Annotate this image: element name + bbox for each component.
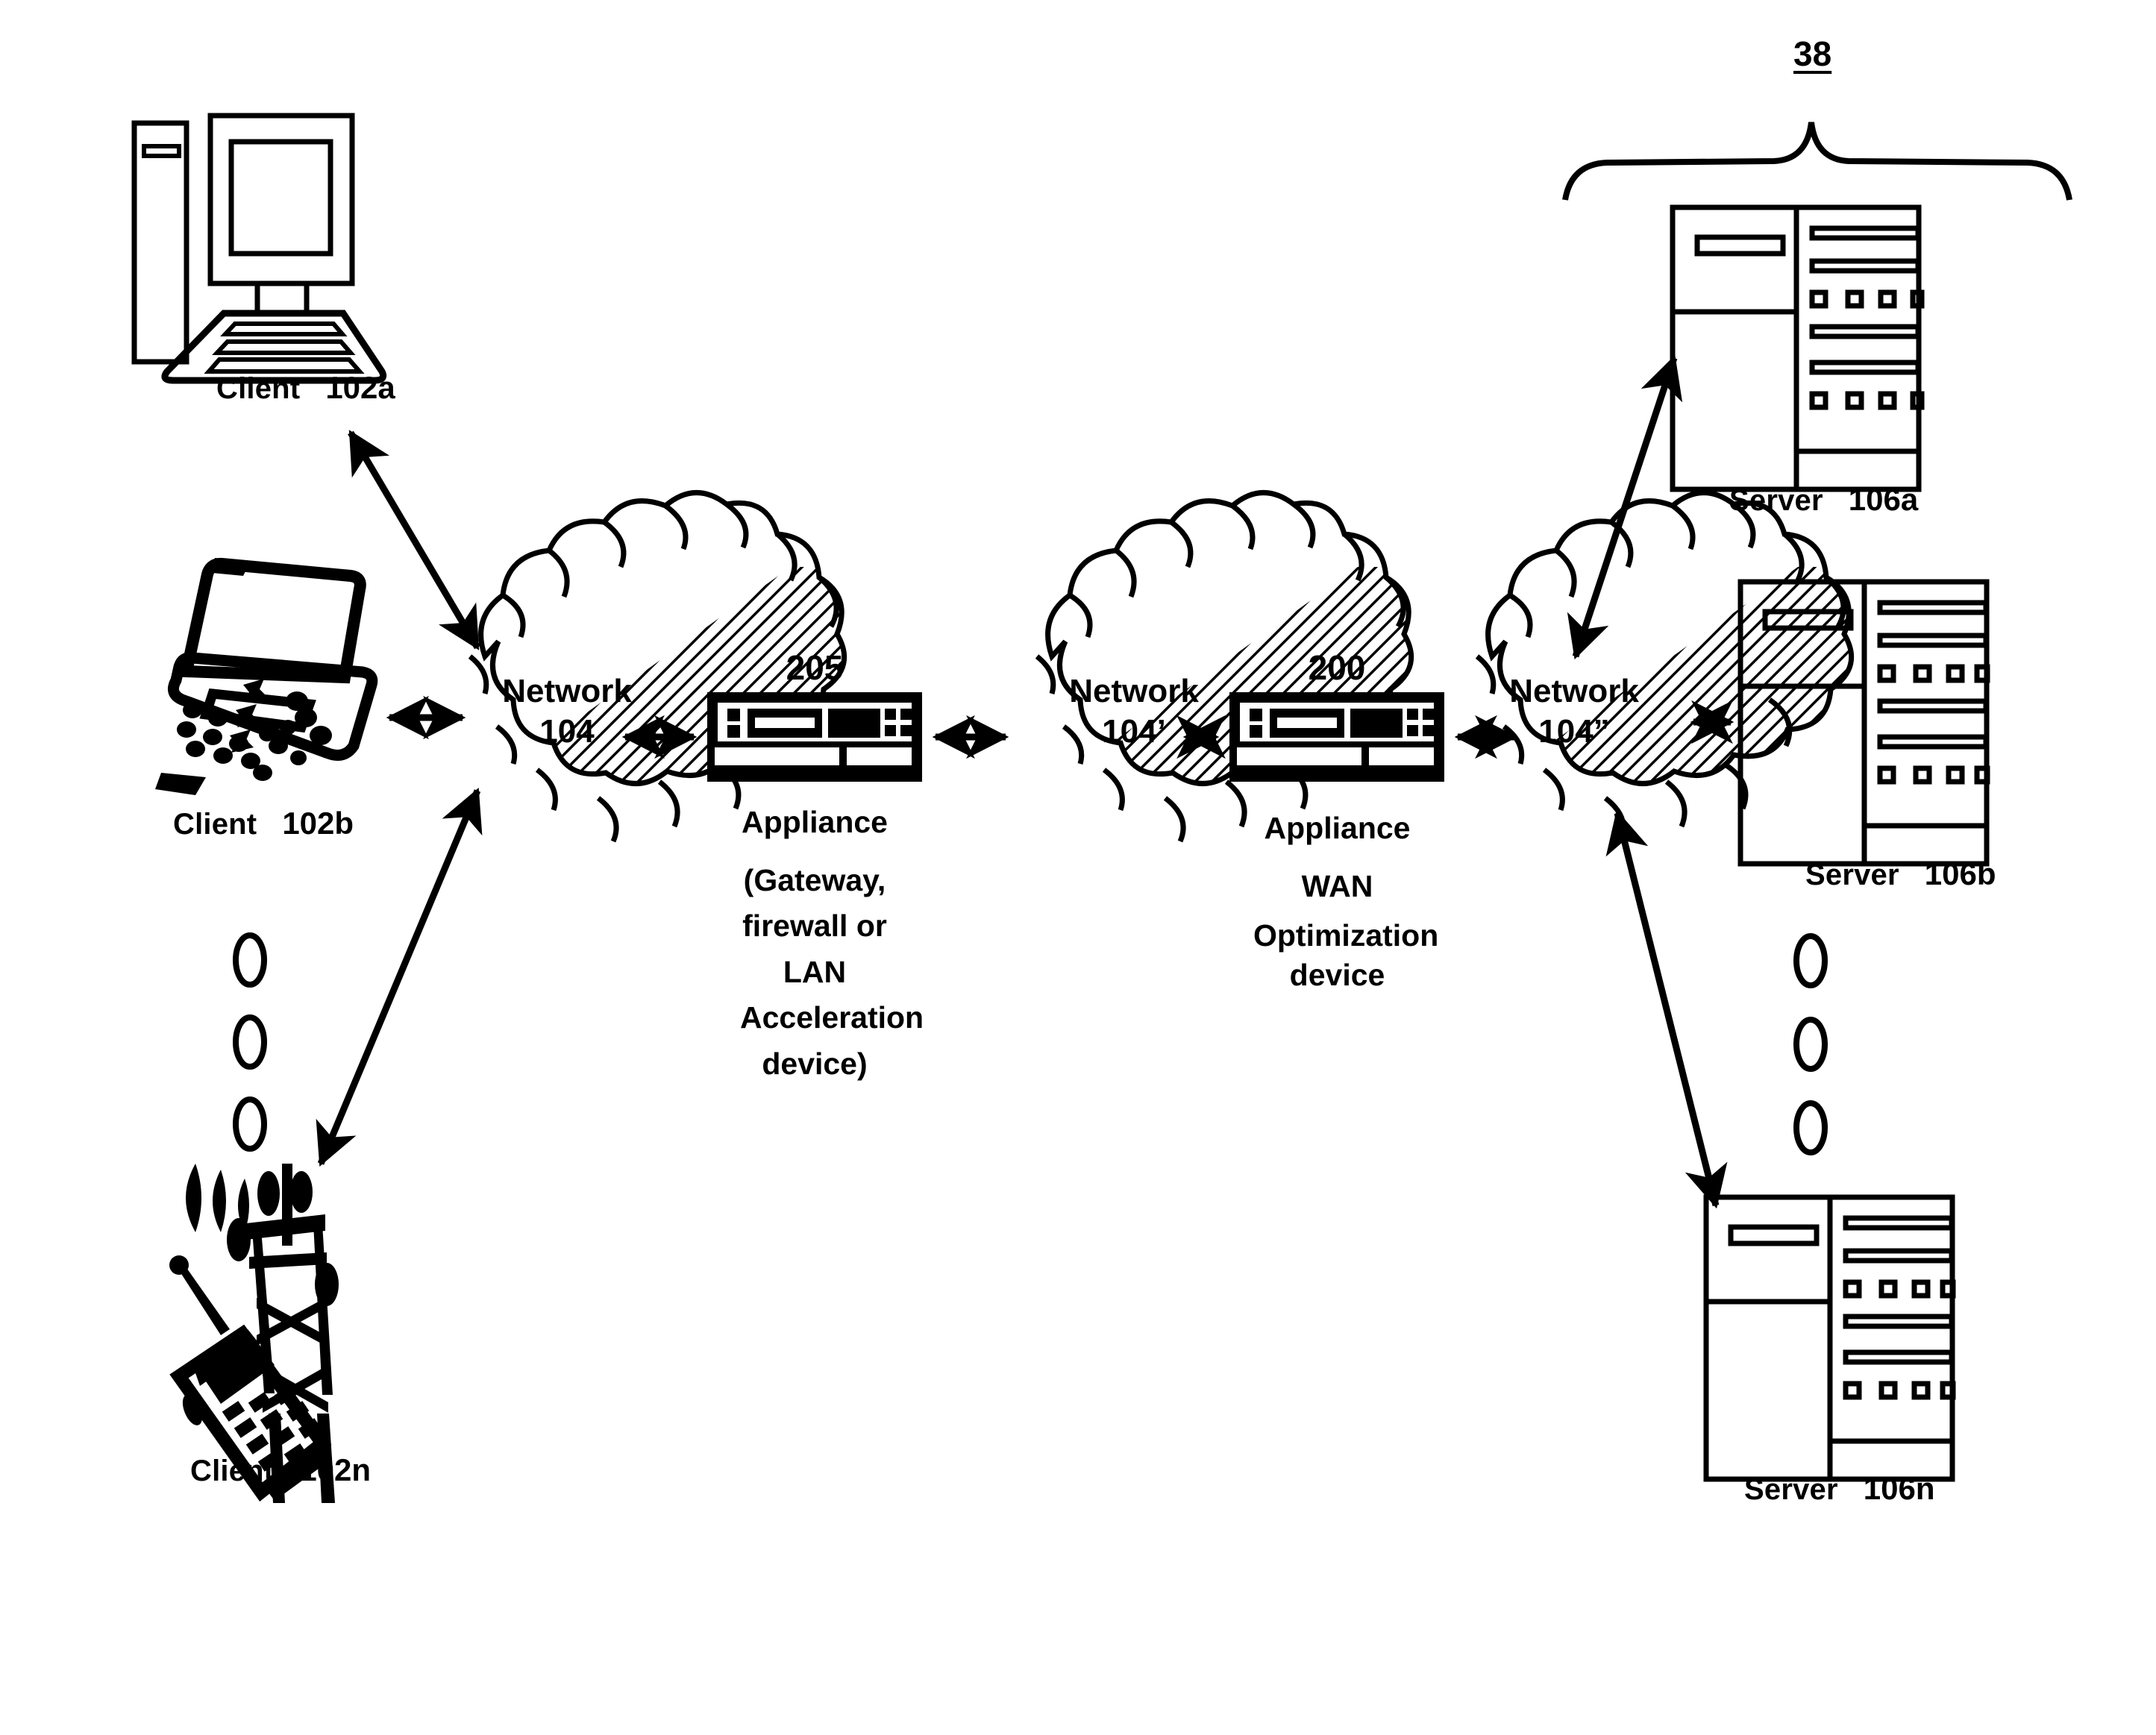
desktop-computer-icon xyxy=(131,113,387,384)
network-104-prime-name: Network xyxy=(1069,673,1199,709)
client-102a-label: Client xyxy=(216,372,301,405)
server-ellipsis xyxy=(1793,933,1828,1155)
appliance-205-caption: Appliance (Gateway, firewall or LAN Acce… xyxy=(740,800,924,1087)
network-104-name: Network xyxy=(502,673,632,709)
appliance-200-caption-line-3: Optimization xyxy=(1253,917,1439,953)
client-102b-reference: 102b xyxy=(282,806,354,841)
appliance-205-caption-line-3: firewall or xyxy=(742,909,887,943)
server-106n-label: Server xyxy=(1744,1473,1838,1506)
appliance-200-caption-line-1: Appliance xyxy=(1264,811,1411,845)
server-106b-caption: Server 106b xyxy=(1805,856,1996,892)
server-106b-label: Server xyxy=(1805,859,1899,891)
server-106n-reference: 106n xyxy=(1863,1471,1935,1506)
appliance-200-reference: 200 xyxy=(1308,648,1366,687)
rack-appliance-icon-200 xyxy=(1229,692,1444,782)
appliance-205-caption-line-2: (Gateway, xyxy=(743,862,886,897)
arrow-network104dprime-server106n xyxy=(1605,809,1728,1209)
appliance-205-caption-line-1: Appliance xyxy=(742,805,888,839)
client-102b-label: Client xyxy=(173,808,257,841)
network-104-prime-label: Network 104’ xyxy=(1022,671,1246,751)
appliance-200-caption: Appliance WAN Optimization device xyxy=(1253,800,1439,995)
client-102n-label: Client xyxy=(190,1455,275,1487)
client-102n-reference: 102n xyxy=(299,1452,372,1487)
appliance-200-caption-line-2: WAN xyxy=(1301,868,1373,903)
client-102a-reference: 102a xyxy=(325,370,395,405)
server-106a-caption: Server 106a xyxy=(1729,482,1918,518)
client-ellipsis xyxy=(233,932,267,1152)
server-106b-reference: 106b xyxy=(1924,856,1996,891)
network-104-dprime-name: Network xyxy=(1509,673,1639,709)
network-104-reference: 104 xyxy=(539,712,595,750)
network-104-prime-reference: 104’ xyxy=(1102,712,1166,750)
appliance-205-caption-line-6: device) xyxy=(762,1046,868,1081)
appliance-205-caption-line-5: Acceleration xyxy=(740,1000,924,1035)
server-farm-brace xyxy=(1562,122,2072,201)
appliance-205-caption-line-4: LAN xyxy=(783,954,847,989)
appliance-205-reference: 205 xyxy=(786,648,844,687)
figure-canvas: 38 Client 102a Client 102b Client 102n N… xyxy=(0,0,2156,1735)
arrow-client102n-network104 xyxy=(316,788,483,1167)
arrow-client102a-network104 xyxy=(348,430,480,650)
brace-reference-38: 38 xyxy=(1793,34,1832,73)
server-106a-label: Server xyxy=(1729,484,1823,517)
client-102a-caption: Client 102a xyxy=(216,370,395,406)
client-102b-caption: Client 102b xyxy=(173,806,354,841)
server-106n-caption: Server 106n xyxy=(1744,1471,1935,1507)
client-102n-caption: Client 102n xyxy=(190,1452,371,1488)
network-104-dprime-label: Network 104” xyxy=(1462,671,1686,751)
laptop-computer-icon xyxy=(155,557,378,795)
rack-appliance-icon-205 xyxy=(707,692,922,782)
server-tower-icon-106n xyxy=(1703,1194,1956,1482)
connector-arrows xyxy=(316,354,1734,1209)
network-104-dprime-reference: 104” xyxy=(1538,712,1610,750)
appliance-200-caption-line-4: device xyxy=(1289,958,1385,993)
server-106a-reference: 106a xyxy=(1848,482,1919,517)
server-tower-icon-106a xyxy=(1670,204,1925,492)
network-104-label: Network 104 xyxy=(455,671,679,751)
